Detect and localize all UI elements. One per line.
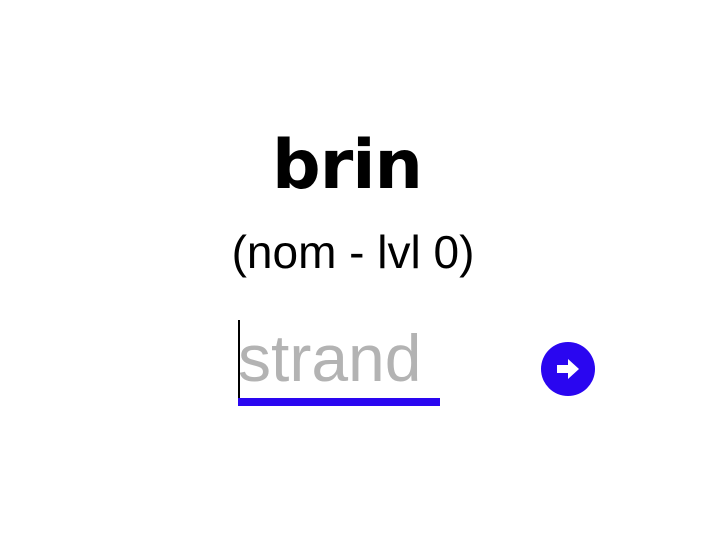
word-info: (nom - lvl 0): [231, 226, 475, 278]
answer-field: [238, 318, 440, 408]
vocab-word: brin: [272, 126, 423, 205]
answer-input[interactable]: [238, 318, 440, 398]
input-underline: [238, 398, 440, 406]
text-caret: [238, 320, 240, 398]
flashcard-screen: brin (nom - lvl 0): [0, 0, 724, 548]
arrow-right-circle-icon: [553, 354, 583, 384]
submit-button[interactable]: [541, 342, 595, 396]
